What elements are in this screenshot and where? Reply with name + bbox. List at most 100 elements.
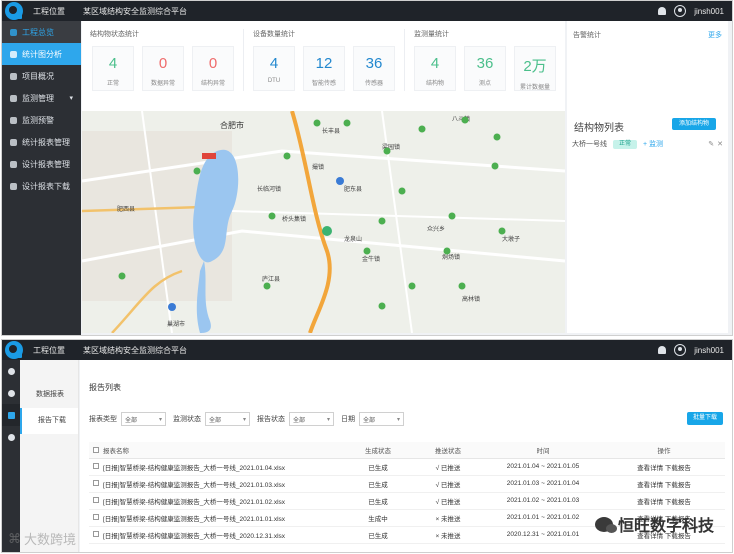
map-marker[interactable] bbox=[378, 302, 386, 310]
select-all-checkbox[interactable] bbox=[93, 446, 99, 453]
place-label: 高林镇 bbox=[462, 295, 480, 303]
structure-name[interactable]: 大桥一号线 bbox=[572, 139, 607, 149]
column-header[interactable]: 报表名称 bbox=[103, 442, 343, 459]
project-title[interactable]: 某区域结构安全监测综合平台 bbox=[83, 6, 187, 17]
close-icon[interactable]: ✕ bbox=[717, 140, 723, 148]
row-checkbox[interactable] bbox=[93, 463, 99, 470]
avatar[interactable] bbox=[674, 5, 687, 17]
add-structure-button[interactable]: 添加结构物 bbox=[672, 118, 716, 130]
map-marker[interactable] bbox=[458, 282, 466, 290]
avatar[interactable] bbox=[674, 344, 687, 356]
panel-title: 结构物列表 bbox=[574, 123, 624, 134]
report-name[interactable]: [日报]智慧桥梁-结构健康监测报告_大桥一号线_2021.01.04.xlsx bbox=[103, 458, 343, 476]
submenu-item-report-download[interactable]: 报告下载 bbox=[20, 408, 78, 434]
stat-card[interactable]: 4 结构物 bbox=[414, 46, 456, 91]
map-marker[interactable] bbox=[408, 282, 416, 290]
report-status-select[interactable]: 全部 ▾ bbox=[289, 412, 334, 426]
batch-download-button[interactable]: 批量下载 bbox=[687, 412, 723, 425]
more-link[interactable]: 更多 bbox=[708, 30, 722, 40]
map-marker[interactable] bbox=[193, 167, 201, 175]
row-checkbox[interactable] bbox=[93, 497, 99, 504]
map-marker[interactable] bbox=[448, 212, 456, 220]
sidebar-icon-settings[interactable] bbox=[2, 426, 20, 448]
location-pin-icon[interactable] bbox=[168, 303, 176, 311]
map-view[interactable]: 合肥市 长丰县 肥东县 肥西县 巢湖市 撮镇 梁园镇 八斗镇 众兴乡 桥头集镇 … bbox=[82, 111, 565, 333]
stat-card[interactable]: 0 数据异常 bbox=[142, 46, 184, 91]
map-marker[interactable] bbox=[498, 227, 506, 235]
sidebar-icon-chart[interactable] bbox=[2, 382, 20, 404]
map-marker[interactable] bbox=[268, 212, 276, 220]
row-checkbox[interactable] bbox=[93, 514, 99, 521]
row-checkbox[interactable] bbox=[93, 531, 99, 538]
map-marker[interactable] bbox=[343, 119, 351, 127]
stat-card[interactable]: 36 测点 bbox=[464, 46, 506, 91]
add-monitor-link[interactable]: + 监测 bbox=[643, 139, 663, 149]
row-actions[interactable]: 查看详情 下载报告 bbox=[603, 458, 725, 476]
location-pin-icon[interactable] bbox=[336, 177, 344, 185]
sidebar-icon-reports[interactable] bbox=[2, 404, 20, 426]
username[interactable]: jinsh001 bbox=[694, 7, 724, 16]
city-badge bbox=[202, 153, 216, 159]
column-header[interactable]: 时间 bbox=[483, 442, 603, 459]
row-checkbox[interactable] bbox=[93, 480, 99, 487]
report-name[interactable]: [日报]智慧桥梁-结构健康监测报告_大桥一号线_2021.01.03.xlsx bbox=[103, 475, 343, 493]
column-header[interactable]: 生成状态 bbox=[343, 442, 413, 459]
username[interactable]: jinsh001 bbox=[694, 346, 724, 355]
monitor-status-select[interactable]: 全部 ▾ bbox=[205, 412, 250, 426]
sidebar-item-statistics[interactable]: 统计图分析 bbox=[2, 43, 81, 65]
map-marker[interactable] bbox=[443, 247, 451, 255]
stat-card[interactable]: 0 结构异常 bbox=[192, 46, 234, 91]
map-marker[interactable] bbox=[118, 272, 126, 280]
report-name[interactable]: [日报]智慧桥梁-结构健康监测报告_大桥一号线_2021.01.02.xlsx bbox=[103, 492, 343, 510]
row-actions[interactable]: 查看详情 下载报告 bbox=[603, 492, 725, 510]
sidebar-item-alarm[interactable]: 监测预警 bbox=[2, 109, 81, 131]
submenu-item-data-report[interactable]: 数据报表 bbox=[20, 382, 78, 408]
report-type-select[interactable]: 全部 ▾ bbox=[121, 412, 166, 426]
bell-icon[interactable] bbox=[658, 346, 667, 354]
sidebar-item-project[interactable]: 项目概况 bbox=[2, 65, 81, 87]
system-label[interactable]: 工程位置 bbox=[33, 345, 65, 356]
report-name[interactable]: [日报]智慧桥梁-结构健康监测报告_大桥一号线_2021.01.01.xlsx bbox=[103, 509, 343, 527]
map-marker[interactable] bbox=[313, 119, 321, 127]
map-marker[interactable] bbox=[418, 125, 426, 133]
column-header[interactable]: 推送状态 bbox=[413, 442, 483, 459]
map-marker[interactable] bbox=[491, 162, 499, 170]
bell-icon[interactable] bbox=[658, 7, 667, 15]
place-label: 桥头集镇 bbox=[282, 215, 306, 223]
project-title[interactable]: 某区域结构安全监测综合平台 bbox=[83, 345, 187, 356]
sidebar-item-label: 设计报表下载 bbox=[22, 181, 70, 191]
place-label: 庐江县 bbox=[262, 275, 280, 283]
column-header[interactable]: 操作 bbox=[603, 442, 725, 459]
map-marker[interactable] bbox=[383, 147, 391, 155]
map-marker[interactable] bbox=[378, 217, 386, 225]
report-name[interactable]: [日报]智慧桥梁-结构健康监测报告_大桥一号线_2020.12.31.xlsx bbox=[103, 526, 343, 544]
map-marker[interactable] bbox=[493, 133, 501, 141]
map-marker[interactable] bbox=[263, 282, 271, 290]
map-marker-cluster[interactable] bbox=[322, 226, 332, 236]
gen-status: 生成中 bbox=[343, 509, 413, 527]
chevron-down-icon: ▾ bbox=[158, 416, 162, 423]
sidebar-item-overview[interactable]: 工程总览 bbox=[2, 21, 81, 43]
date-select[interactable]: 全部 ▾ bbox=[359, 412, 404, 426]
map-marker[interactable] bbox=[461, 116, 469, 124]
stat-card[interactable]: 4 正常 bbox=[92, 46, 134, 91]
stat-card[interactable]: 36 传感器 bbox=[353, 46, 395, 91]
list-item[interactable]: 大桥一号线 正常 + 监测 ✎ ✕ bbox=[572, 138, 723, 150]
sidebar-item-stat-report[interactable]: 统计报表管理 bbox=[2, 131, 81, 153]
sidebar-icon-home[interactable] bbox=[2, 360, 20, 382]
stat-card[interactable]: 4 DTU bbox=[253, 46, 295, 91]
app-logo[interactable] bbox=[5, 2, 23, 20]
edit-icon[interactable]: ✎ bbox=[708, 140, 714, 148]
map-marker[interactable] bbox=[398, 187, 406, 195]
app-logo[interactable] bbox=[5, 341, 23, 359]
row-actions[interactable]: 查看详情 下载报告 bbox=[603, 475, 725, 493]
sidebar-item-monitoring[interactable]: 监测管理 ▾ bbox=[2, 87, 81, 109]
sidebar-item-design-report[interactable]: 设计报表管理 bbox=[2, 153, 81, 175]
system-label[interactable]: 工程位置 bbox=[33, 6, 65, 17]
map-marker[interactable] bbox=[363, 247, 371, 255]
map-canvas[interactable]: 合肥市 长丰县 肥东县 肥西县 巢湖市 撮镇 梁园镇 八斗镇 众兴乡 桥头集镇 … bbox=[82, 111, 565, 333]
stat-card[interactable]: 12 智能传感 bbox=[303, 46, 345, 91]
map-marker[interactable] bbox=[283, 152, 291, 160]
sidebar-item-report-download[interactable]: 设计报表下载 bbox=[2, 175, 81, 197]
stat-card[interactable]: 2万 累计数据量 bbox=[514, 46, 556, 91]
